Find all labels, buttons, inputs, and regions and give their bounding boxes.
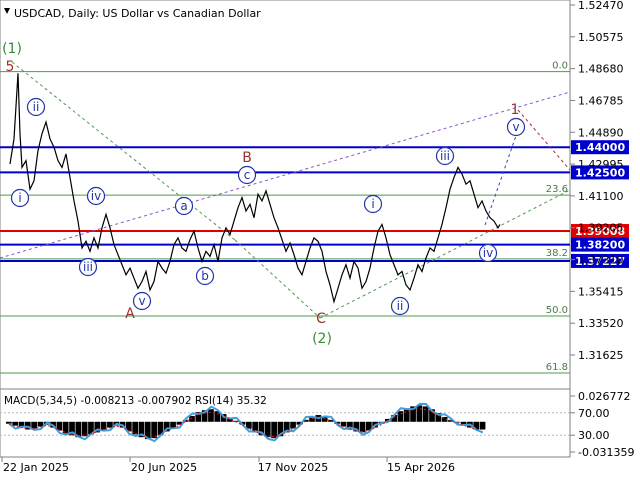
wave-label: C bbox=[316, 311, 326, 327]
wave-label: iv bbox=[483, 246, 493, 260]
macd-histogram-bar bbox=[6, 421, 12, 424]
wave-label: i bbox=[371, 197, 374, 211]
y-tick-label: 1.48680 bbox=[578, 63, 624, 76]
x-tick-label: 20 Jun 2025 bbox=[131, 461, 197, 474]
wave-label: v bbox=[138, 294, 145, 308]
y-tick-label: 1.33520 bbox=[578, 317, 624, 330]
indicator-label: MACD(5,34,5) -0.008213 -0.007902 RSI(14)… bbox=[4, 395, 267, 407]
macd-histogram-bar bbox=[422, 406, 429, 422]
fib-level-label: 23.6 bbox=[546, 184, 568, 195]
macd-histogram-bar bbox=[208, 409, 214, 422]
y-tick-label: 1.31625 bbox=[578, 349, 624, 362]
wave-label: c bbox=[244, 168, 251, 182]
wave-label: iii bbox=[440, 149, 450, 163]
y-tick-label: 1.44890 bbox=[578, 126, 624, 139]
wave-label: v bbox=[512, 120, 519, 134]
y-tick-label: 1.50575 bbox=[578, 31, 624, 44]
chart-title: USDCAD, Daily: US Dollar vs Canadian Dol… bbox=[14, 7, 261, 20]
indicator-tick-label: 70.00 bbox=[578, 407, 610, 420]
macd-histogram-bar bbox=[107, 421, 113, 428]
macd-histogram-bar bbox=[416, 405, 423, 422]
wave-label: ii bbox=[33, 100, 40, 114]
indicator-tick-label: -0.031359 bbox=[578, 446, 634, 459]
wave-label: (2) bbox=[312, 331, 332, 347]
wave-label: iv bbox=[91, 189, 101, 203]
y-tick-label: 1.41100 bbox=[578, 190, 624, 203]
wave-label: A bbox=[125, 306, 135, 322]
wave-label: b bbox=[201, 269, 209, 283]
y-tick-label: 1.42995 bbox=[578, 158, 624, 171]
macd-histogram-bar bbox=[170, 421, 176, 428]
chart-canvas: 0.023.638.250.061.81.440001.425001.39008… bbox=[0, 0, 640, 480]
price-tag-label: 1.44000 bbox=[575, 141, 625, 154]
wave-label: 5 bbox=[6, 59, 15, 75]
wave-label: B bbox=[242, 150, 252, 166]
y-tick-label: 1.37310 bbox=[578, 254, 624, 267]
macd-histogram-bar bbox=[100, 421, 107, 430]
macd-histogram-bar bbox=[340, 421, 347, 427]
wave-label: a bbox=[180, 199, 187, 213]
wave-label: iii bbox=[83, 260, 93, 274]
macd-histogram-bar bbox=[81, 421, 88, 437]
indicator-tick-label: 0.026772 bbox=[578, 390, 631, 403]
macd-histogram-bar bbox=[479, 421, 486, 430]
indicator-tick-label: 30.00 bbox=[578, 429, 610, 442]
macd-histogram-bar bbox=[403, 408, 410, 422]
wave-label: 1 bbox=[511, 102, 520, 118]
x-tick-label: 17 Nov 2025 bbox=[258, 461, 328, 474]
price-tag-label: 1.38200 bbox=[575, 239, 625, 252]
fib-level-label: 50.0 bbox=[546, 305, 568, 316]
x-tick-label: 15 Apr 2026 bbox=[387, 461, 455, 474]
fib-level-label: 38.2 bbox=[546, 248, 568, 259]
macd-histogram-bar bbox=[397, 411, 404, 422]
macd-histogram-bar bbox=[271, 421, 277, 439]
y-tick-label: 1.52470 bbox=[578, 0, 624, 12]
fib-level-label: 61.8 bbox=[546, 362, 568, 373]
wave-label: i bbox=[18, 191, 21, 205]
y-tick-label: 1.39205 bbox=[578, 222, 624, 235]
y-tick-label: 1.35415 bbox=[578, 285, 624, 298]
fib-level-label: 0.0 bbox=[552, 61, 568, 72]
macd-histogram-bar bbox=[31, 421, 37, 429]
y-tick-label: 1.46785 bbox=[578, 94, 624, 107]
x-tick-label: 22 Jan 2025 bbox=[3, 461, 69, 474]
wave-label: (1) bbox=[2, 41, 22, 57]
macd-histogram-bar bbox=[359, 421, 366, 433]
wave-label: ii bbox=[397, 299, 404, 313]
